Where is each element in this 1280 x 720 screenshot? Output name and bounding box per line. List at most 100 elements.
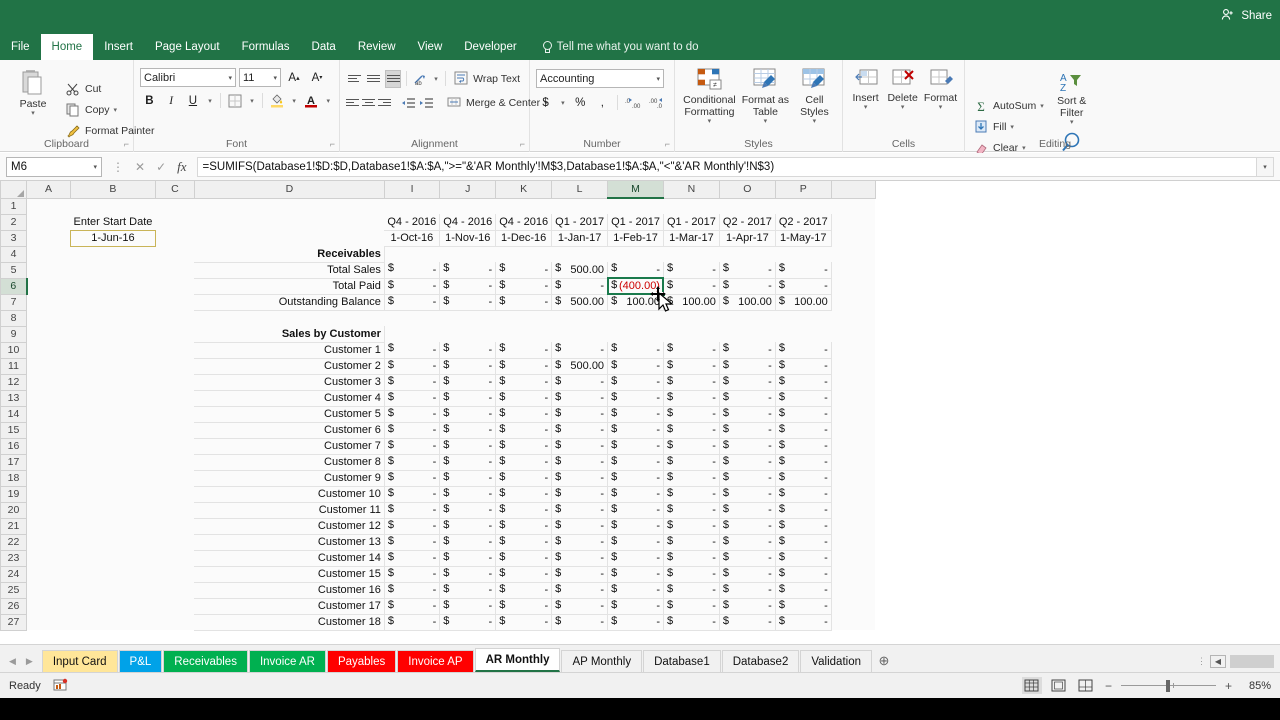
data-cell[interactable]: $ - bbox=[663, 534, 719, 550]
cell[interactable] bbox=[831, 294, 875, 310]
fill-handle[interactable] bbox=[661, 292, 666, 297]
cell[interactable] bbox=[831, 326, 875, 342]
cell[interactable] bbox=[663, 326, 719, 342]
autosum-caret-icon[interactable]: ▾ bbox=[1040, 102, 1044, 110]
sheet-tab-payables[interactable]: Payables bbox=[327, 650, 396, 672]
data-cell[interactable]: $ - bbox=[608, 614, 664, 630]
cell[interactable] bbox=[71, 406, 156, 422]
data-cell[interactable]: $ - bbox=[552, 374, 608, 390]
cell[interactable] bbox=[155, 422, 194, 438]
borders-caret-icon[interactable]: ▾ bbox=[247, 91, 256, 110]
cell[interactable] bbox=[155, 294, 194, 310]
data-cell[interactable]: $ - bbox=[496, 598, 552, 614]
data-cell[interactable]: $500.00 bbox=[552, 358, 608, 374]
data-cell[interactable]: $ - bbox=[719, 614, 775, 630]
quarter-header[interactable]: Q2 - 2017 bbox=[719, 214, 775, 230]
cell[interactable] bbox=[155, 550, 194, 566]
cell[interactable] bbox=[831, 246, 875, 262]
cell[interactable] bbox=[27, 342, 71, 358]
data-cell[interactable]: $ - bbox=[719, 550, 775, 566]
data-cell[interactable]: $ - bbox=[608, 406, 664, 422]
data-cell[interactable]: $ - bbox=[663, 566, 719, 582]
data-cell[interactable]: $ - bbox=[496, 390, 552, 406]
data-cell[interactable]: $ - bbox=[775, 374, 831, 390]
underline-caret-icon[interactable]: ▾ bbox=[205, 91, 214, 110]
data-cell[interactable]: $ - bbox=[608, 422, 664, 438]
data-cell[interactable]: $ - bbox=[440, 342, 496, 358]
cell[interactable] bbox=[719, 246, 775, 262]
sheet-tab-ar-monthly[interactable]: AR Monthly bbox=[475, 648, 561, 672]
data-cell[interactable]: $ - bbox=[663, 582, 719, 598]
data-cell[interactable]: $ - bbox=[663, 342, 719, 358]
cell-styles-caret-icon[interactable]: ▾ bbox=[813, 118, 817, 126]
bold-button[interactable]: B bbox=[140, 91, 159, 110]
data-cell[interactable]: $ - bbox=[663, 438, 719, 454]
cell[interactable] bbox=[831, 454, 875, 470]
data-cell[interactable]: $ - bbox=[552, 422, 608, 438]
ribbon-tab-formulas[interactable]: Formulas bbox=[231, 34, 301, 60]
font-color-button[interactable]: A bbox=[302, 91, 321, 110]
cell[interactable] bbox=[663, 246, 719, 262]
date-header[interactable]: 1-Dec-16 bbox=[496, 230, 552, 246]
data-cell[interactable]: $ - bbox=[440, 614, 496, 630]
customer-label[interactable]: Customer 14 bbox=[194, 550, 384, 566]
data-cell[interactable]: $ - bbox=[384, 262, 439, 278]
data-cell[interactable]: $ - bbox=[440, 550, 496, 566]
data-cell[interactable]: $ - bbox=[384, 406, 439, 422]
cell[interactable] bbox=[27, 310, 71, 326]
cell[interactable] bbox=[27, 326, 71, 342]
quarter-header[interactable]: Q1 - 2017 bbox=[663, 214, 719, 230]
cell[interactable] bbox=[831, 470, 875, 486]
row-header-7[interactable]: 7 bbox=[1, 294, 27, 310]
data-cell[interactable]: $ - bbox=[775, 342, 831, 358]
data-cell[interactable]: $ - bbox=[440, 294, 496, 310]
increase-indent-button[interactable] bbox=[419, 94, 434, 112]
data-cell[interactable]: $ - bbox=[663, 374, 719, 390]
cell[interactable] bbox=[155, 342, 194, 358]
data-cell[interactable]: $ - bbox=[663, 518, 719, 534]
first-sheet-icon[interactable]: ◀ bbox=[9, 656, 16, 667]
row-header-6[interactable]: 6 bbox=[1, 278, 27, 294]
italic-button[interactable]: I bbox=[162, 91, 181, 110]
font-name-input[interactable]: Calibri ▾ bbox=[140, 68, 236, 87]
data-cell[interactable]: $ - bbox=[775, 534, 831, 550]
cell[interactable] bbox=[155, 358, 194, 374]
zoom-in-button[interactable]: + bbox=[1223, 679, 1234, 693]
customer-label[interactable]: Customer 13 bbox=[194, 534, 384, 550]
data-cell[interactable]: $ - bbox=[719, 502, 775, 518]
data-cell[interactable]: $ - bbox=[384, 486, 439, 502]
row-header-4[interactable]: 4 bbox=[1, 246, 27, 262]
zoom-slider-thumb[interactable] bbox=[1166, 680, 1170, 692]
data-cell[interactable]: $ - bbox=[719, 422, 775, 438]
column-header-d[interactable]: D bbox=[194, 181, 384, 198]
data-cell[interactable]: $ - bbox=[608, 502, 664, 518]
data-cell[interactable]: $ - bbox=[552, 486, 608, 502]
data-cell[interactable]: $ - bbox=[384, 454, 439, 470]
data-cell[interactable]: $ - bbox=[608, 598, 664, 614]
sheet-tab-receivables[interactable]: Receivables bbox=[163, 650, 248, 672]
data-cell[interactable]: $ - bbox=[608, 358, 664, 374]
sheet-tab-ap-monthly[interactable]: AP Monthly bbox=[561, 650, 642, 672]
row-header-23[interactable]: 23 bbox=[1, 550, 27, 566]
customer-label[interactable]: Customer 11 bbox=[194, 502, 384, 518]
data-cell[interactable]: $ - bbox=[775, 502, 831, 518]
align-middle-button[interactable] bbox=[365, 70, 381, 88]
row-header-21[interactable]: 21 bbox=[1, 518, 27, 534]
customer-label[interactable]: Customer 12 bbox=[194, 518, 384, 534]
cell[interactable] bbox=[27, 582, 71, 598]
cell[interactable] bbox=[71, 566, 156, 582]
cell[interactable] bbox=[440, 246, 496, 262]
data-cell[interactable]: $ - bbox=[440, 486, 496, 502]
page-layout-view-button[interactable] bbox=[1049, 677, 1069, 694]
row-header-20[interactable]: 20 bbox=[1, 502, 27, 518]
cell[interactable] bbox=[831, 230, 875, 246]
data-cell[interactable]: $ - bbox=[775, 438, 831, 454]
data-cell[interactable]: $ - bbox=[440, 566, 496, 582]
row-header-24[interactable]: 24 bbox=[1, 566, 27, 582]
cell[interactable] bbox=[155, 406, 194, 422]
number-dialog-launcher[interactable]: ⌐ bbox=[665, 139, 670, 149]
cell[interactable] bbox=[155, 390, 194, 406]
cell[interactable] bbox=[155, 438, 194, 454]
ribbon-tab-page-layout[interactable]: Page Layout bbox=[144, 34, 231, 60]
name-box-caret-icon[interactable]: ▾ bbox=[93, 163, 97, 171]
